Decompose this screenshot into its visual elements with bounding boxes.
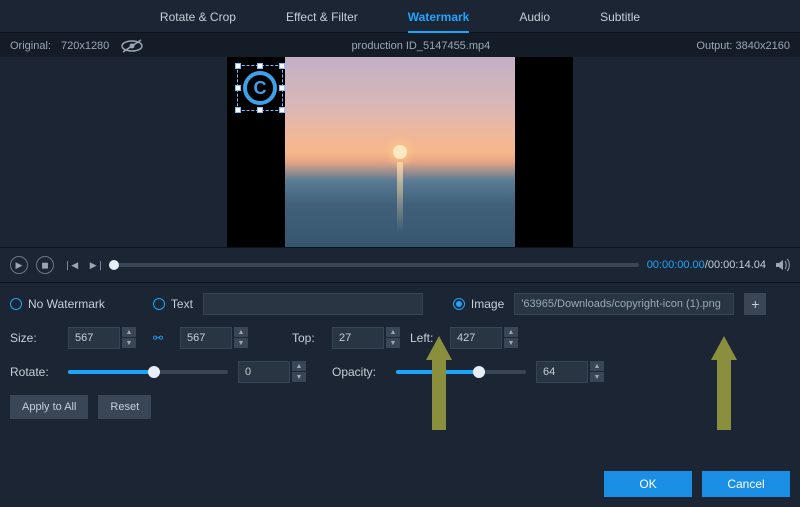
copyright-icon: C xyxy=(243,71,277,105)
original-value: 720x1280 xyxy=(61,40,109,52)
output-value: 3840x2160 xyxy=(736,40,790,52)
video-preview[interactable]: C xyxy=(227,57,573,247)
stop-button[interactable]: ◼ xyxy=(36,256,54,274)
aspect-lock-icon[interactable]: ⚯ xyxy=(148,328,168,348)
tab-audio[interactable]: Audio xyxy=(519,10,550,24)
size-height-down[interactable]: ▼ xyxy=(234,338,248,348)
rotate-label: Rotate: xyxy=(10,365,58,379)
next-frame-button[interactable]: ▶❘ xyxy=(88,256,106,274)
left-stepper[interactable]: ▲▼ xyxy=(450,327,518,349)
time-display: 00:00:00.00/00:00:14.04 xyxy=(647,259,766,271)
watermark-overlay[interactable]: C xyxy=(237,65,283,111)
top-label: Top: xyxy=(292,331,322,345)
rotate-slider[interactable] xyxy=(68,370,228,374)
text-watermark-input[interactable] xyxy=(203,293,423,315)
time-total: 00:00:14.04 xyxy=(708,259,766,271)
opacity-label: Opacity: xyxy=(332,365,386,379)
radio-text[interactable]: Text xyxy=(153,297,193,311)
seek-knob[interactable] xyxy=(109,260,119,270)
opacity-up[interactable]: ▲ xyxy=(590,361,604,371)
apply-to-all-button[interactable]: Apply to All xyxy=(10,395,88,419)
rotate-knob[interactable] xyxy=(148,366,160,378)
video-frame xyxy=(285,57,515,247)
output-label: Output: xyxy=(696,40,732,52)
ok-button[interactable]: OK xyxy=(604,471,692,497)
original-label: Original: xyxy=(10,40,51,52)
left-label: Left: xyxy=(410,331,440,345)
add-image-button[interactable]: + xyxy=(744,293,766,315)
size-height-up[interactable]: ▲ xyxy=(234,327,248,337)
size-width-down[interactable]: ▼ xyxy=(122,338,136,348)
size-width-stepper[interactable]: ▲▼ xyxy=(68,327,136,349)
rotate-down[interactable]: ▼ xyxy=(292,372,306,382)
opacity-knob[interactable] xyxy=(473,366,485,378)
rotate-up[interactable]: ▲ xyxy=(292,361,306,371)
opacity-slider[interactable] xyxy=(396,370,526,374)
reset-button[interactable]: Reset xyxy=(98,395,151,419)
opacity-stepper[interactable]: ▲▼ xyxy=(536,361,604,383)
image-path-input[interactable] xyxy=(514,293,734,315)
rotate-input[interactable] xyxy=(238,361,290,383)
top-down[interactable]: ▼ xyxy=(386,338,400,348)
time-current: 00:00:00.00 xyxy=(647,259,705,271)
opacity-down[interactable]: ▼ xyxy=(590,372,604,382)
play-button[interactable]: ▶ xyxy=(10,256,28,274)
tab-effect-filter[interactable]: Effect & Filter xyxy=(286,10,358,24)
volume-icon[interactable] xyxy=(774,257,790,273)
top-stepper[interactable]: ▲▼ xyxy=(332,327,400,349)
top-input[interactable] xyxy=(332,327,384,349)
filename: production ID_5147455.mp4 xyxy=(351,40,490,52)
size-height-stepper[interactable]: ▲▼ xyxy=(180,327,248,349)
radio-no-watermark[interactable]: No Watermark xyxy=(10,297,105,311)
tab-rotate-crop[interactable]: Rotate & Crop xyxy=(160,10,236,24)
prev-frame-button[interactable]: ❘◀ xyxy=(62,256,80,274)
left-input[interactable] xyxy=(450,327,502,349)
size-width-up[interactable]: ▲ xyxy=(122,327,136,337)
left-up[interactable]: ▲ xyxy=(504,327,518,337)
info-bar: Original: 720x1280 production ID_5147455… xyxy=(0,33,800,57)
size-height-input[interactable] xyxy=(180,327,232,349)
opacity-input[interactable] xyxy=(536,361,588,383)
rotate-stepper[interactable]: ▲▼ xyxy=(238,361,306,383)
tab-watermark[interactable]: Watermark xyxy=(408,10,470,33)
top-up[interactable]: ▲ xyxy=(386,327,400,337)
left-down[interactable]: ▼ xyxy=(504,338,518,348)
size-width-input[interactable] xyxy=(68,327,120,349)
radio-image[interactable]: Image xyxy=(453,297,504,311)
preview-toggle-icon[interactable] xyxy=(119,39,145,53)
cancel-button[interactable]: Cancel xyxy=(702,471,790,497)
size-label: Size: xyxy=(10,331,58,345)
seek-track[interactable] xyxy=(114,263,639,267)
tab-subtitle[interactable]: Subtitle xyxy=(600,10,640,24)
